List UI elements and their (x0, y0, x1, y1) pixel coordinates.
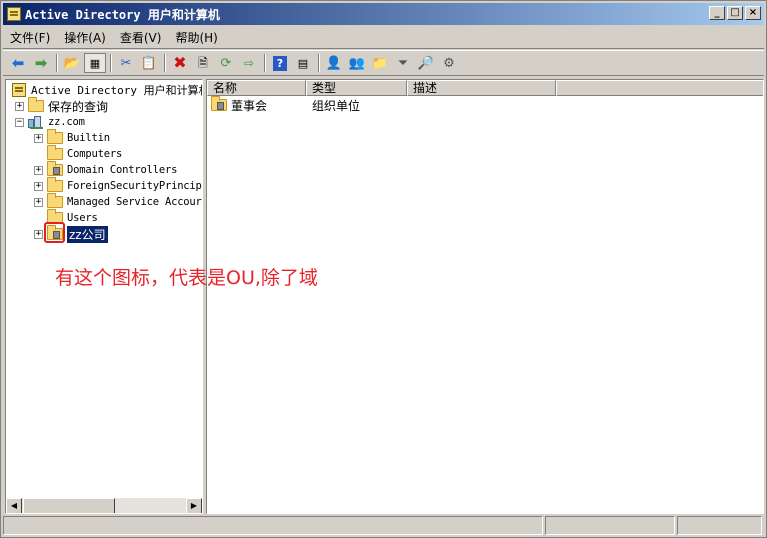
menu-file[interactable]: 文件(F) (3, 28, 57, 48)
tree-item-label: ForeignSecurityPrincip (67, 180, 202, 192)
status-cell-3 (677, 516, 762, 535)
scroll-thumb[interactable] (23, 498, 115, 513)
tree-item-label: Users (67, 212, 98, 224)
expand-toggle[interactable]: + (34, 165, 43, 175)
toolbar-separator (56, 54, 58, 72)
details-list[interactable]: 名称 类型 描述 董事会 组织单位 (206, 79, 764, 514)
expand-toggle[interactable]: + (34, 181, 43, 191)
row-name: 董事会 (231, 98, 268, 113)
tree-item-label: Managed Service Accour (67, 196, 202, 208)
tree-item-saved-queries[interactable]: + 保存的查询 (15, 97, 109, 114)
find-icon[interactable]: 🔎 (415, 53, 437, 73)
close-button[interactable]: × (745, 6, 761, 20)
up-folder-icon[interactable]: 📂 (61, 53, 83, 73)
tree-item-label: zz公司 (67, 225, 108, 243)
ou-folder-icon (47, 161, 63, 176)
app-window: Active Directory 用户和计算机 _ □ × 文件(F) 操作(A… (0, 0, 767, 538)
tree-horizontal-scrollbar[interactable]: ◀ ▶ (6, 497, 202, 513)
window-title: Active Directory 用户和计算机 (25, 7, 220, 22)
toolbar-separator (110, 54, 112, 72)
maximize-button[interactable]: □ (727, 6, 743, 20)
new-user-icon[interactable]: 👤 (323, 53, 345, 73)
tree-item-domain[interactable]: − zz.com (15, 114, 85, 130)
minimize-button[interactable]: _ (709, 6, 725, 20)
tree-item-label: Computers (67, 148, 123, 160)
tree-item-label: zz.com (48, 116, 85, 128)
annotation-text: 有这个图标，代表是OU,除了域 (55, 267, 318, 289)
folder-icon (47, 129, 63, 144)
tree-item-foreign-security-principals[interactable]: + ForeignSecurityPrincip (34, 177, 202, 194)
tree-root[interactable]: Active Directory 用户和计算机 (12, 82, 203, 98)
tree-item-builtin[interactable]: + Builtin (34, 129, 110, 146)
app-icon (7, 7, 21, 21)
back-icon[interactable]: ⬅ (7, 53, 29, 73)
show-tree-icon[interactable]: ▤ (292, 53, 314, 73)
menu-bar: 文件(F) 操作(A) 查看(V) 帮助(H) (3, 27, 764, 49)
add-to-group-icon[interactable]: ⚙ (438, 53, 460, 73)
list-header: 名称 类型 描述 (207, 80, 763, 96)
scroll-right-button[interactable]: ▶ (186, 498, 202, 513)
folder-icon (47, 177, 63, 192)
window-controls: _ □ × (709, 6, 761, 20)
status-cell-main (3, 516, 543, 535)
help-icon[interactable]: ? (269, 53, 291, 73)
forward-icon[interactable]: ➡ (30, 53, 52, 73)
toolbar: ⬅ ➡ 📂 ▦ ✂ 📋 ✖ 🗎 ⟳ ⇨ ? ▤ 👤 👥 📁 ⏷ 🔎 ⚙ (3, 50, 764, 76)
expand-toggle[interactable]: + (34, 197, 43, 207)
column-header-type[interactable]: 类型 (306, 80, 407, 96)
status-cell-2 (545, 516, 675, 535)
highlight-box (44, 222, 65, 243)
name-cell: 董事会 (207, 96, 306, 114)
expand-toggle[interactable]: + (34, 133, 43, 143)
folder-icon (28, 97, 44, 112)
tree-item-computers[interactable]: Computers (34, 145, 123, 162)
expand-toggle[interactable]: + (15, 101, 24, 111)
tree-item-label: Builtin (67, 132, 110, 144)
toolbar-separator (318, 54, 320, 72)
menu-view[interactable]: 查看(V) (113, 28, 169, 48)
tree-item-label: 保存的查询 (48, 99, 109, 114)
title-bar[interactable]: Active Directory 用户和计算机 _ □ × (3, 3, 764, 25)
menu-help[interactable]: 帮助(H) (168, 28, 224, 48)
column-header-description[interactable]: 描述 (407, 80, 556, 96)
domain-icon (28, 115, 44, 129)
snapin-icon (12, 83, 26, 97)
cut-icon[interactable]: ✂ (115, 53, 137, 73)
row-type: 组织单位 (312, 98, 361, 113)
tree-item-label: Domain Controllers (67, 164, 178, 176)
list-item[interactable]: 董事会 组织单位 (207, 96, 556, 114)
refresh-icon[interactable]: ⟳ (215, 53, 237, 73)
tree-item-domain-controllers[interactable]: + Domain Controllers (34, 161, 178, 178)
properties-icon[interactable]: 🗎 (192, 53, 214, 73)
filter-icon[interactable]: ⏷ (392, 53, 414, 73)
toolbar-separator (264, 54, 266, 72)
folder-icon (47, 145, 63, 160)
show-console-tree-icon[interactable]: ▦ (84, 53, 106, 73)
menu-action[interactable]: 操作(A) (57, 28, 113, 48)
column-header-name[interactable]: 名称 (207, 80, 306, 96)
tree-item-managed-service-accounts[interactable]: + Managed Service Accour (34, 193, 202, 210)
toolbar-separator (164, 54, 166, 72)
status-bar (3, 516, 764, 536)
export-icon[interactable]: ⇨ (238, 53, 260, 73)
expand-toggle[interactable]: + (34, 229, 43, 239)
delete-icon[interactable]: ✖ (169, 53, 191, 73)
column-header-filler (556, 80, 763, 96)
tree-root-label: Active Directory 用户和计算机 (31, 84, 203, 97)
new-ou-icon[interactable]: 📁 (369, 53, 391, 73)
new-group-icon[interactable]: 👥 (346, 53, 368, 73)
scroll-left-button[interactable]: ◀ (6, 498, 22, 513)
ou-folder-icon (211, 96, 227, 111)
copy-icon[interactable]: 📋 (138, 53, 160, 73)
console-tree[interactable]: Active Directory 用户和计算机 + 保存的查询 − zz.com… (5, 79, 203, 514)
collapse-toggle[interactable]: − (15, 117, 24, 127)
folder-icon (47, 193, 63, 208)
